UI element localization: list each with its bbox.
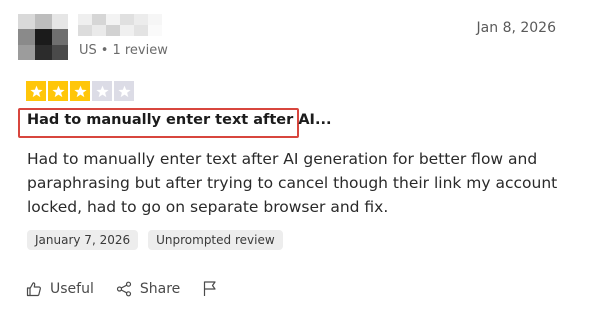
- review-card: US • 1 review Jan 8, 2026 Had to manually …: [0, 0, 604, 327]
- useful-button[interactable]: Useful: [26, 281, 94, 297]
- review-date: Jan 8, 2026: [476, 20, 556, 36]
- reviewer-review-count[interactable]: 1 review: [112, 43, 167, 58]
- share-button[interactable]: Share: [116, 281, 180, 297]
- review-actions: Useful Share: [26, 280, 240, 297]
- star-filled-icon: [26, 81, 46, 101]
- thumbs-up-icon: [26, 281, 42, 297]
- unprompted-review-tag[interactable]: Unprompted review: [148, 230, 283, 250]
- review-tags: January 7, 2026 Unprompted review: [27, 230, 283, 250]
- star-rating: [26, 81, 134, 101]
- share-icon: [116, 281, 132, 297]
- reviewer-meta: US • 1 review: [79, 43, 168, 58]
- avatar[interactable]: [18, 14, 68, 60]
- share-label: Share: [139, 280, 181, 297]
- flag-icon: [202, 280, 218, 297]
- star-filled-icon: [70, 81, 90, 101]
- reviewer-name-redacted[interactable]: [78, 14, 162, 36]
- review-title[interactable]: Had to manually enter text after AI...: [27, 112, 331, 128]
- star-empty-icon: [92, 81, 112, 101]
- review-header: US • 1 review Jan 8, 2026: [0, 0, 604, 70]
- star-filled-icon: [48, 81, 68, 101]
- review-body: Had to manually enter text after AI gene…: [27, 150, 558, 216]
- experience-date-tag: January 7, 2026: [27, 230, 139, 250]
- reviewer-country: US: [79, 43, 97, 58]
- meta-separator: •: [100, 43, 109, 58]
- report-button[interactable]: [202, 280, 218, 297]
- useful-label: Useful: [50, 280, 94, 297]
- star-empty-icon: [114, 81, 134, 101]
